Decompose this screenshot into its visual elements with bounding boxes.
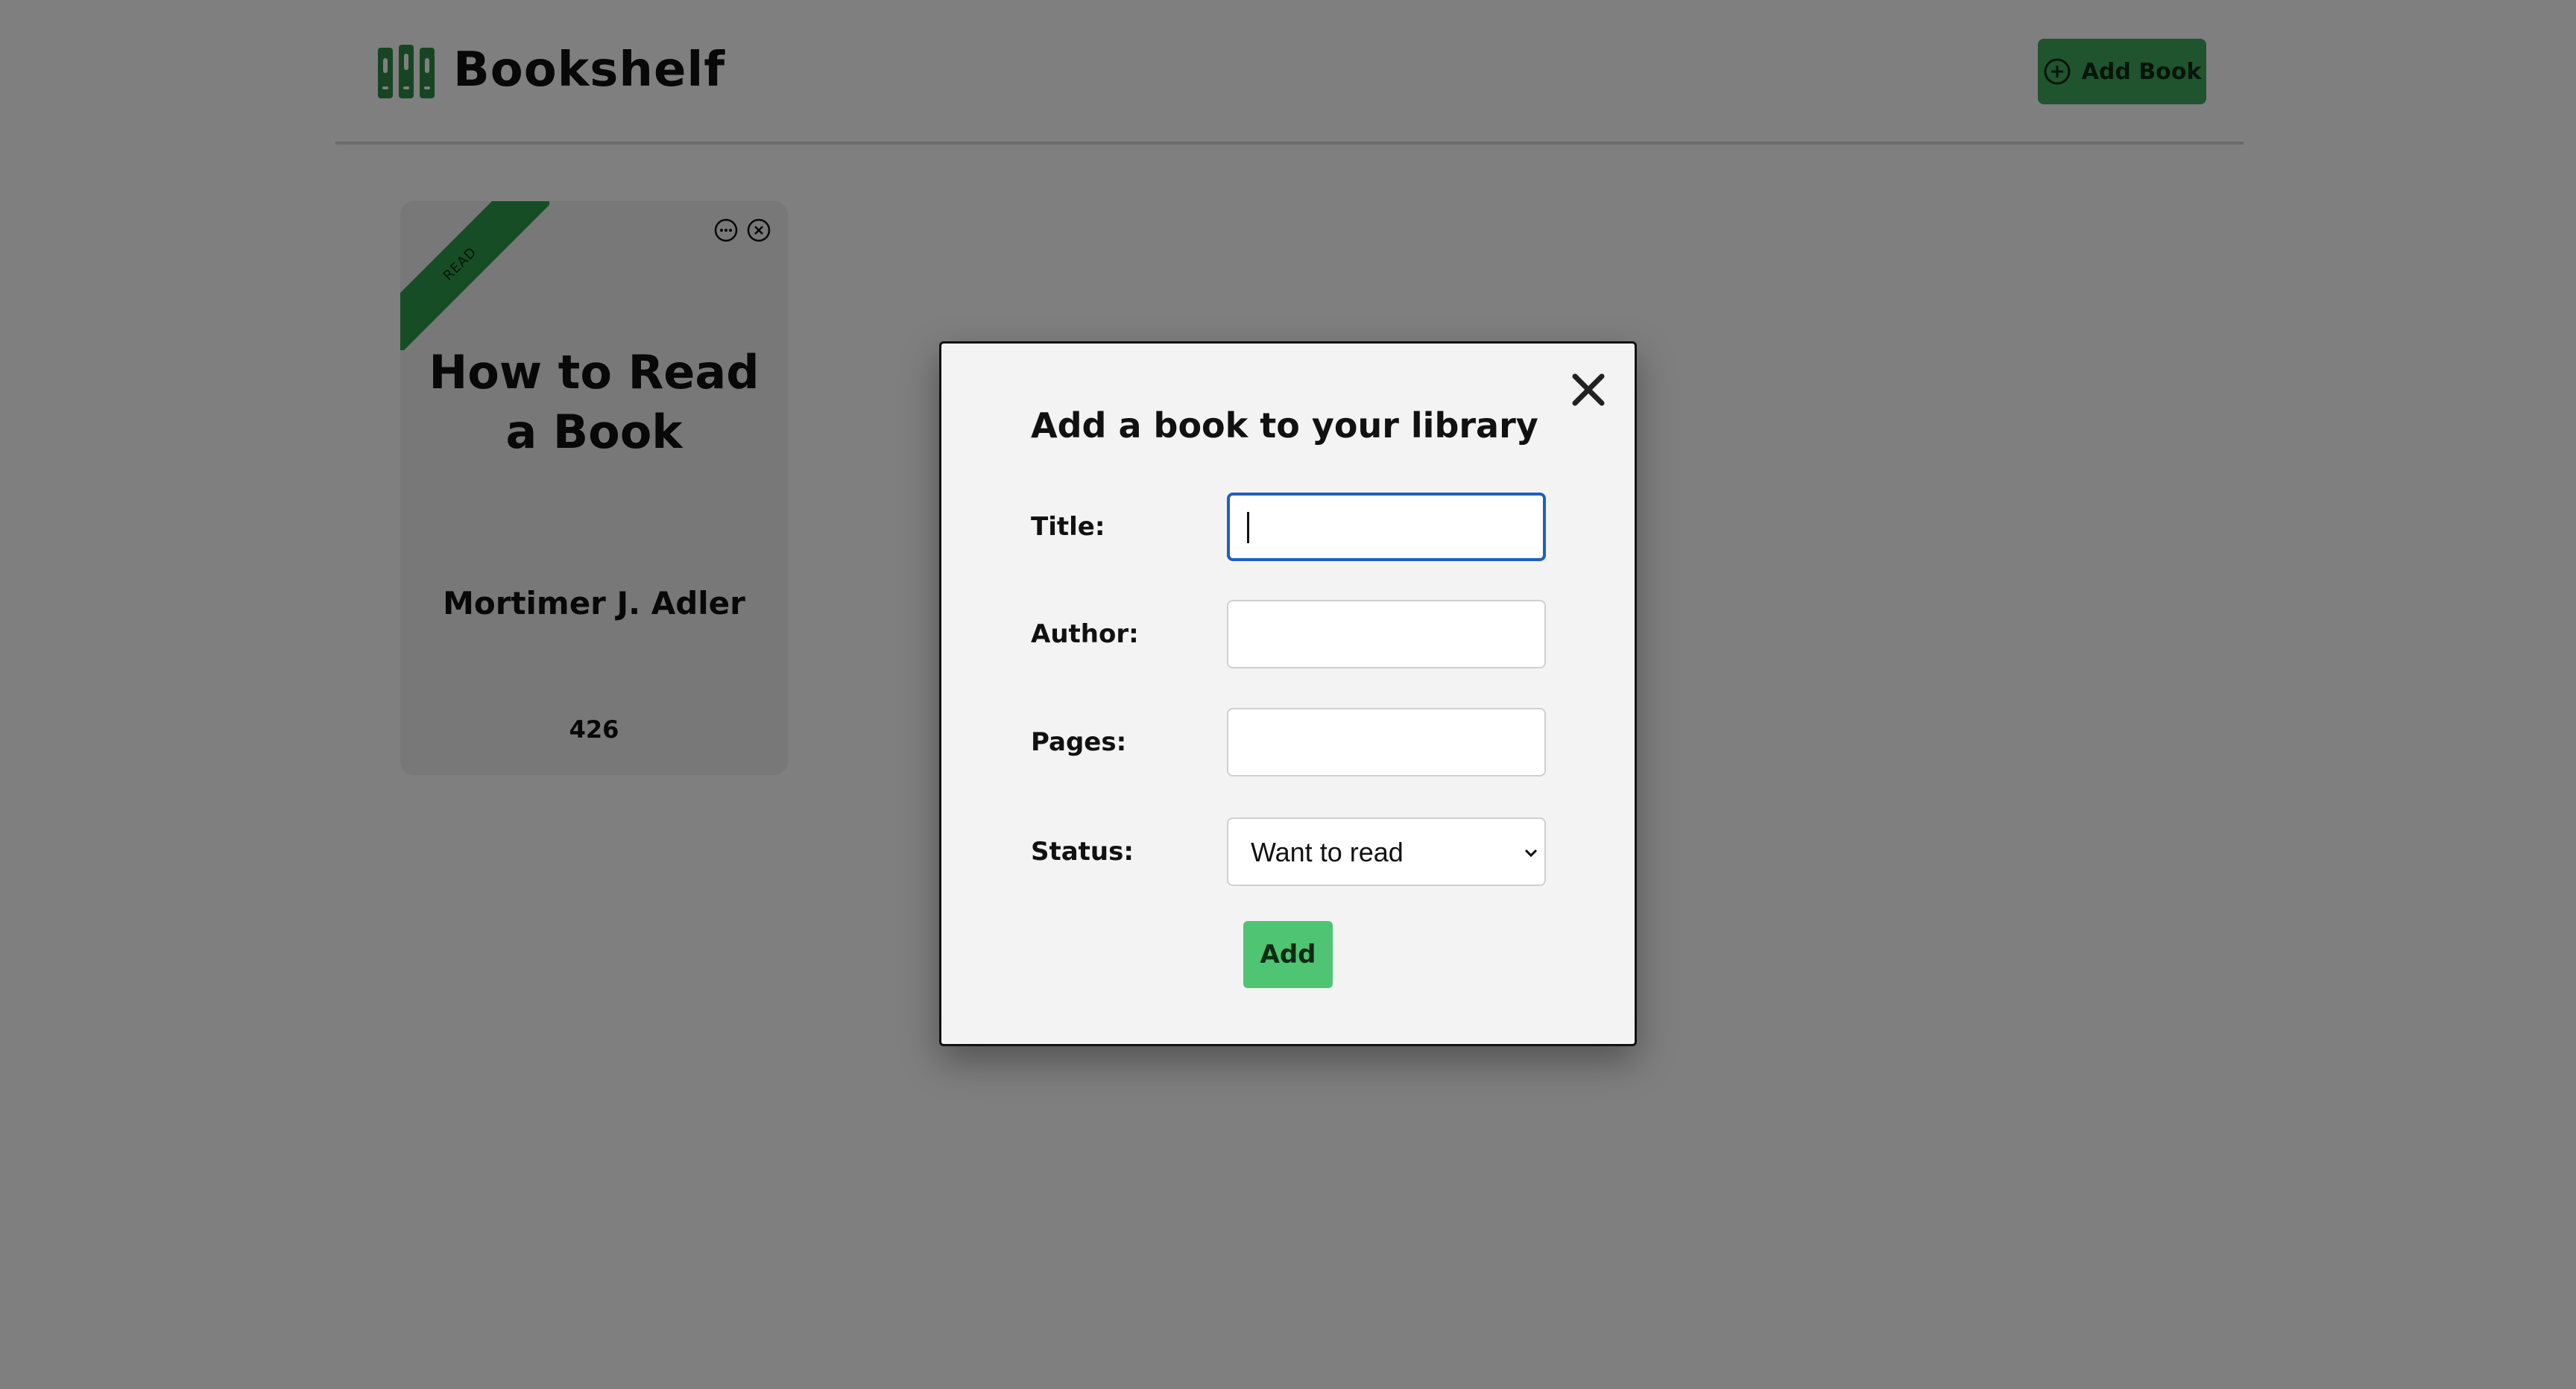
title-row: Title:	[1031, 493, 1553, 561]
pages-input[interactable]	[1227, 708, 1546, 776]
status-label: Status:	[1031, 837, 1134, 867]
author-row: Author:	[1031, 600, 1553, 668]
pages-label: Pages:	[1031, 727, 1127, 757]
author-label: Author:	[1031, 619, 1139, 649]
author-input[interactable]	[1227, 600, 1546, 668]
status-select[interactable]: Want to read	[1227, 817, 1546, 886]
add-button[interactable]: Add	[1243, 921, 1333, 988]
title-input[interactable]	[1227, 493, 1546, 561]
dialog-title: Add a book to your library	[1031, 405, 1538, 446]
close-icon[interactable]	[1569, 370, 1608, 409]
text-cursor	[1247, 512, 1249, 543]
add-book-dialog: Add a book to your library Title: Author…	[939, 341, 1637, 1046]
status-row: Status: Want to read	[1031, 817, 1553, 886]
pages-row: Pages:	[1031, 708, 1553, 776]
title-label: Title:	[1031, 512, 1105, 542]
